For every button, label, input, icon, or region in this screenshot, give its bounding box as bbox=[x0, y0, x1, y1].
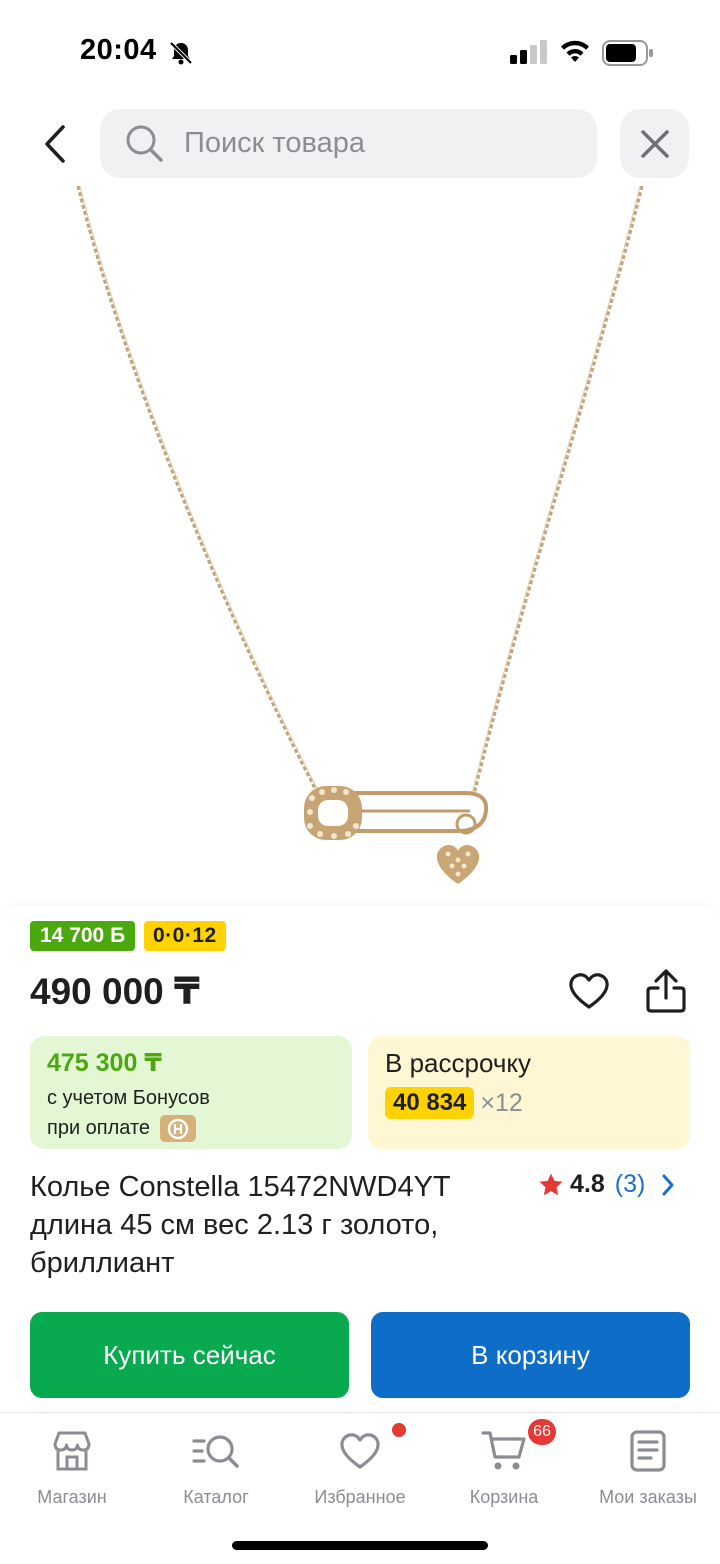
search-bar[interactable] bbox=[100, 109, 597, 178]
installment-title: В рассрочку bbox=[385, 1048, 532, 1078]
payment-note: при оплате bbox=[47, 1117, 151, 1139]
heart-icon bbox=[569, 973, 609, 1009]
nav-item-store[interactable]: Магазин bbox=[0, 1427, 144, 1508]
review-count: (3) bbox=[614, 1170, 646, 1198]
nav-label: Магазин bbox=[37, 1487, 107, 1507]
nav-label: Избранное bbox=[314, 1487, 406, 1507]
store-icon bbox=[53, 1431, 91, 1471]
search-icon bbox=[124, 123, 164, 168]
close-icon bbox=[640, 129, 669, 158]
bonus-badge: 14 700 Б bbox=[30, 921, 136, 951]
heart-icon bbox=[340, 1433, 380, 1469]
nav-label: Каталог bbox=[183, 1487, 249, 1507]
installment-badge: 0·0·12 bbox=[144, 921, 226, 951]
chevron-right-icon bbox=[662, 1174, 674, 1195]
nav-item-orders[interactable]: Мои заказы bbox=[576, 1427, 720, 1508]
signal-icon bbox=[510, 40, 548, 69]
installment-months: ×12 bbox=[480, 1088, 523, 1117]
add-to-cart-button[interactable]: В корзину bbox=[371, 1312, 690, 1398]
rating-value: 4.8 bbox=[570, 1170, 605, 1198]
installment-amount: 40 834 bbox=[385, 1087, 475, 1119]
nav-label: Мои заказы bbox=[599, 1487, 697, 1507]
back-button[interactable] bbox=[30, 118, 80, 170]
wifi-icon bbox=[558, 38, 592, 69]
necklace-image bbox=[76, 185, 644, 884]
close-button[interactable] bbox=[620, 109, 689, 178]
orders-icon bbox=[630, 1430, 666, 1472]
bell-muted-icon bbox=[168, 40, 194, 71]
nav-item-favorites[interactable]: Избранное bbox=[288, 1423, 432, 1508]
share-icon bbox=[646, 969, 686, 1013]
share-button[interactable] bbox=[642, 966, 690, 1016]
bonus-price: 475 300 ₸ bbox=[47, 1049, 162, 1077]
home-indicator bbox=[232, 1541, 488, 1550]
catalog-search-icon bbox=[192, 1435, 239, 1468]
buy-now-button[interactable]: Купить сейчас bbox=[30, 1312, 349, 1398]
payment-method-icon bbox=[160, 1115, 197, 1142]
favorite-button[interactable] bbox=[566, 968, 612, 1014]
bonus-price-card[interactable]: 475 300 ₸ с учетом Бонусов при оплате bbox=[30, 1036, 352, 1149]
chevron-left-icon bbox=[45, 125, 65, 163]
installment-card[interactable]: В рассрочку 40 834 ×12 bbox=[368, 1036, 690, 1149]
product-price: 490 000 ₸ bbox=[30, 971, 200, 1012]
cart-count-badge: 66 bbox=[528, 1419, 556, 1445]
product-title: Колье Constella 15472NWD4YT длина 45 см … bbox=[30, 1171, 451, 1279]
status-bar: 20:04 bbox=[0, 0, 720, 100]
status-time: 20:04 bbox=[80, 34, 157, 66]
star-icon bbox=[539, 1173, 563, 1195]
bonus-note: с учетом Бонусов bbox=[47, 1087, 210, 1109]
search-input[interactable] bbox=[184, 109, 584, 178]
battery-icon bbox=[602, 40, 654, 71]
notification-dot bbox=[392, 1423, 406, 1437]
product-image[interactable] bbox=[0, 185, 720, 906]
rating-link[interactable]: 4.8 (3) bbox=[538, 1170, 675, 1199]
nav-label: Корзина bbox=[469, 1487, 539, 1507]
cart-icon bbox=[481, 1431, 526, 1470]
nav-item-catalog[interactable]: Каталог bbox=[144, 1427, 288, 1508]
nav-item-cart[interactable]: 66 Корзина bbox=[432, 1419, 576, 1508]
